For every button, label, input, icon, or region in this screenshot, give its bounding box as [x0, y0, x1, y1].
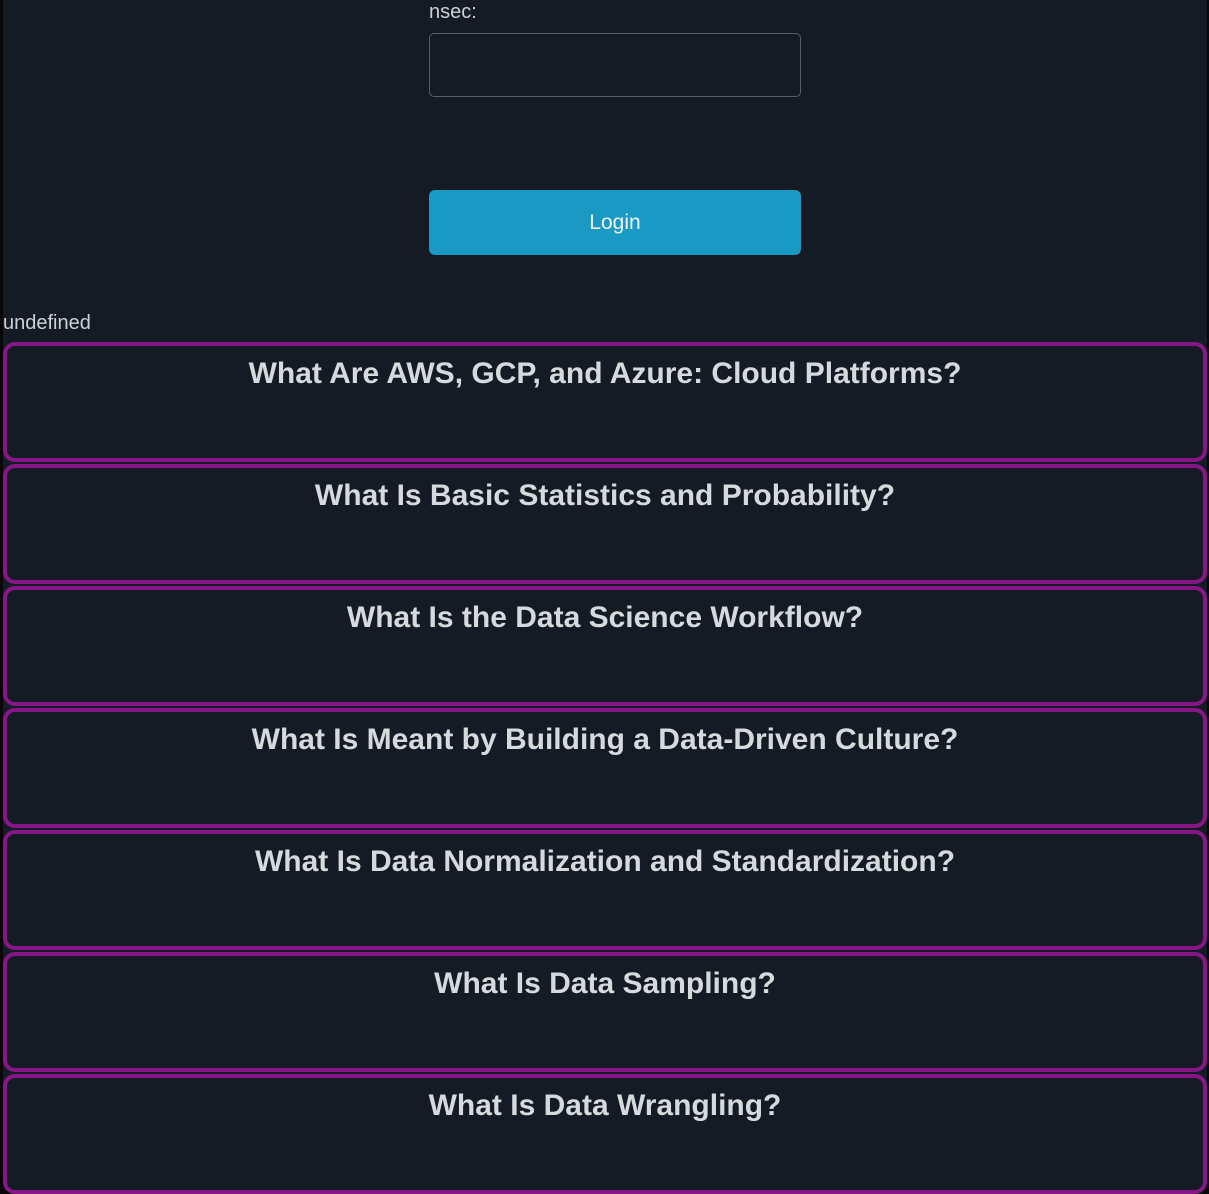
nsec-input[interactable] [429, 33, 801, 97]
card-title: What Is Data Normalization and Standardi… [7, 834, 1203, 880]
card-title: What Is Data Wrangling? [7, 1078, 1203, 1124]
card[interactable]: What Is Data Normalization and Standardi… [3, 830, 1207, 950]
card-title: What Are AWS, GCP, and Azure: Cloud Plat… [7, 346, 1203, 392]
card-title: What Is Data Sampling? [7, 956, 1203, 1002]
card-list: What Are AWS, GCP, and Azure: Cloud Plat… [3, 342, 1207, 1194]
card[interactable]: What Is the Data Science Workflow? [3, 586, 1207, 706]
card[interactable]: What Is Basic Statistics and Probability… [3, 464, 1207, 584]
card[interactable]: What Are AWS, GCP, and Azure: Cloud Plat… [3, 342, 1207, 462]
card-title: What Is Meant by Building a Data-Driven … [7, 712, 1203, 758]
login-form: nsec: Login [429, 0, 801, 255]
status-text: undefined [3, 311, 1207, 335]
login-button[interactable]: Login [429, 190, 801, 255]
card[interactable]: What Is Meant by Building a Data-Driven … [3, 708, 1207, 828]
nsec-label: nsec: [429, 0, 801, 24]
card-title: What Is the Data Science Workflow? [7, 590, 1203, 636]
app-surface: nsec: Login undefined What Are AWS, GCP,… [3, 0, 1207, 1180]
card-title: What Is Basic Statistics and Probability… [7, 468, 1203, 514]
card[interactable]: What Is Data Sampling? [3, 952, 1207, 1072]
card[interactable]: What Is Data Wrangling? [3, 1074, 1207, 1194]
